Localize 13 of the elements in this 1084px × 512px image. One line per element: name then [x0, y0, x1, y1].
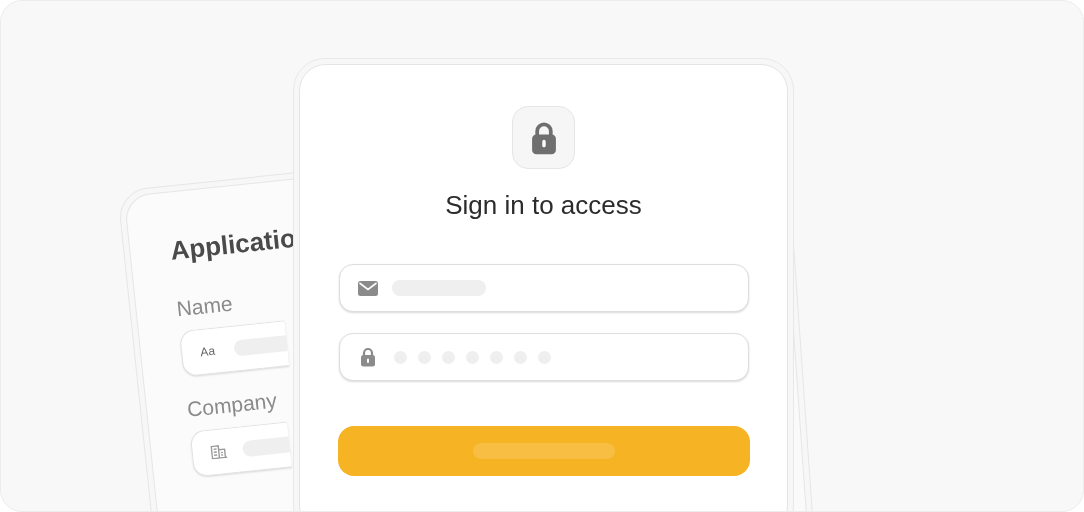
input-field[interactable]: Aa	[179, 320, 290, 378]
lock-icon	[529, 120, 558, 155]
sign-in-title: Sign in to access	[445, 189, 642, 221]
field-label: Company	[185, 387, 278, 423]
text-icon: Aa	[199, 341, 220, 362]
lock-icon	[359, 347, 376, 367]
form-title: Applicatio	[168, 221, 298, 267]
input-field[interactable]	[338, 333, 749, 381]
building-icon	[210, 444, 228, 460]
mail-icon	[357, 280, 378, 296]
input-field[interactable]	[338, 264, 749, 312]
field-label: Name	[175, 290, 234, 323]
submit-button[interactable]	[337, 426, 750, 476]
